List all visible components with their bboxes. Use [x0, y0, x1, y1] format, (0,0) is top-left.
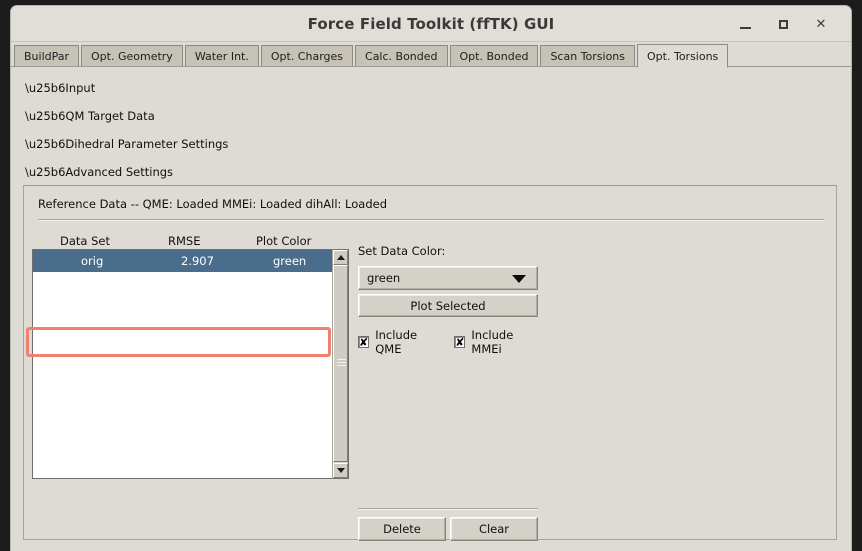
data-color-controls: Set Data Color: green Plot Selected ✘ In… — [358, 244, 538, 356]
section-label-qm-target-data: QM Target Data — [65, 109, 155, 123]
section-caret-advanced-settings: \u25b6 — [25, 165, 66, 179]
cell-plot-color: green — [273, 254, 307, 268]
plot-color-selected-value: green — [367, 271, 401, 285]
section-label-advanced-settings: Advanced Settings — [65, 165, 174, 179]
tab-calc-bonded[interactable]: Calc. Bonded — [355, 45, 448, 67]
section-input[interactable]: \u25b6Input — [25, 81, 95, 95]
clear-button[interactable]: Clear — [450, 517, 538, 541]
tab-buildpar[interactable]: BuildPar — [14, 45, 80, 67]
tab-scan-torsions[interactable]: Scan Torsions — [540, 45, 636, 67]
minimize-icon[interactable] — [735, 15, 755, 33]
plot-color-select[interactable]: green — [358, 266, 538, 290]
listbox-scrollbar[interactable] — [332, 249, 349, 479]
section-caret-qm-target-data: \u25b6 — [25, 109, 66, 123]
section-advanced-settings[interactable]: \u25b6Advanced Settings — [25, 165, 173, 179]
section-qm-target-data[interactable]: \u25b6QM Target Data — [25, 109, 155, 123]
tab-water-int[interactable]: Water Int. — [184, 45, 259, 67]
section-dihedral-parameter-settings[interactable]: \u25b6Dihedral Parameter Settings — [25, 137, 228, 151]
checkbox-mark-icon: ✘ — [358, 335, 370, 349]
visualize-results-panel: Reference Data -- QME: Loaded MMEi: Load… — [23, 185, 837, 541]
tab-opt-charges[interactable]: Opt. Charges — [260, 45, 354, 67]
section-caret-input: \u25b6 — [25, 81, 66, 95]
table-row[interactable]: orig 2.907 green — [33, 250, 332, 272]
window-title: Force Field Toolkit (ffTK) GUI — [307, 15, 555, 33]
include-qme-label: Include QME — [375, 328, 418, 356]
title-bar: Force Field Toolkit (ffTK) GUI ✕ — [11, 6, 851, 42]
tab-filler — [730, 45, 851, 67]
include-qme-checkbox[interactable]: ✘ Include QME — [358, 328, 438, 356]
scroll-down-icon[interactable] — [333, 463, 348, 478]
include-options-row: ✘ Include QME ✘ Include MMEi — [358, 328, 538, 356]
tab-opt-torsions[interactable]: Opt. Torsions — [637, 44, 729, 68]
divider-top — [38, 219, 824, 221]
column-header-plot-color: Plot Color — [256, 234, 312, 248]
column-header-dataset: Data Set — [60, 234, 110, 248]
include-mmei-checkbox[interactable]: ✘ Include MMEi — [454, 328, 538, 356]
scroll-up-icon[interactable] — [333, 250, 348, 265]
checkbox-mark-icon: ✘ — [454, 335, 466, 349]
divider-right — [358, 508, 538, 510]
chevron-down-icon — [512, 275, 526, 283]
section-label-input: Input — [65, 81, 96, 95]
tab-opt-bonded[interactable]: Opt. Bonded — [449, 45, 539, 67]
plot-selected-button[interactable]: Plot Selected — [358, 294, 538, 317]
dataset-listbox[interactable]: orig 2.907 green — [32, 249, 332, 479]
column-header-rmse: RMSE — [168, 234, 201, 248]
application-window: Force Field Toolkit (ffTK) GUI ✕ BuildPa… — [11, 6, 851, 551]
include-mmei-label: Include MMEi — [471, 328, 514, 356]
set-data-color-label: Set Data Color: — [358, 244, 446, 258]
tab-bar: BuildPar Opt. Geometry Water Int. Opt. C… — [11, 42, 851, 68]
scrollbar-thumb[interactable] — [333, 265, 348, 462]
cell-dataset: orig — [81, 254, 104, 268]
close-icon[interactable]: ✕ — [811, 15, 831, 33]
section-caret-dihedral-parameter-settings: \u25b6 — [25, 137, 66, 151]
scrollbar-grip-icon — [337, 358, 346, 369]
cell-rmse: 2.907 — [181, 254, 214, 268]
reference-data-status: Reference Data -- QME: Loaded MMEi: Load… — [38, 197, 388, 211]
tab-opt-geometry[interactable]: Opt. Geometry — [81, 45, 183, 67]
tab-content-opt-torsions: \u25b6Input \u25b6QM Target Data \u25b6D… — [11, 67, 851, 550]
delete-button[interactable]: Delete — [358, 517, 446, 541]
delete-clear-row: Delete Clear — [358, 517, 538, 541]
section-label-dihedral-parameter-settings: Dihedral Parameter Settings — [65, 137, 229, 151]
maximize-icon[interactable] — [773, 15, 793, 33]
